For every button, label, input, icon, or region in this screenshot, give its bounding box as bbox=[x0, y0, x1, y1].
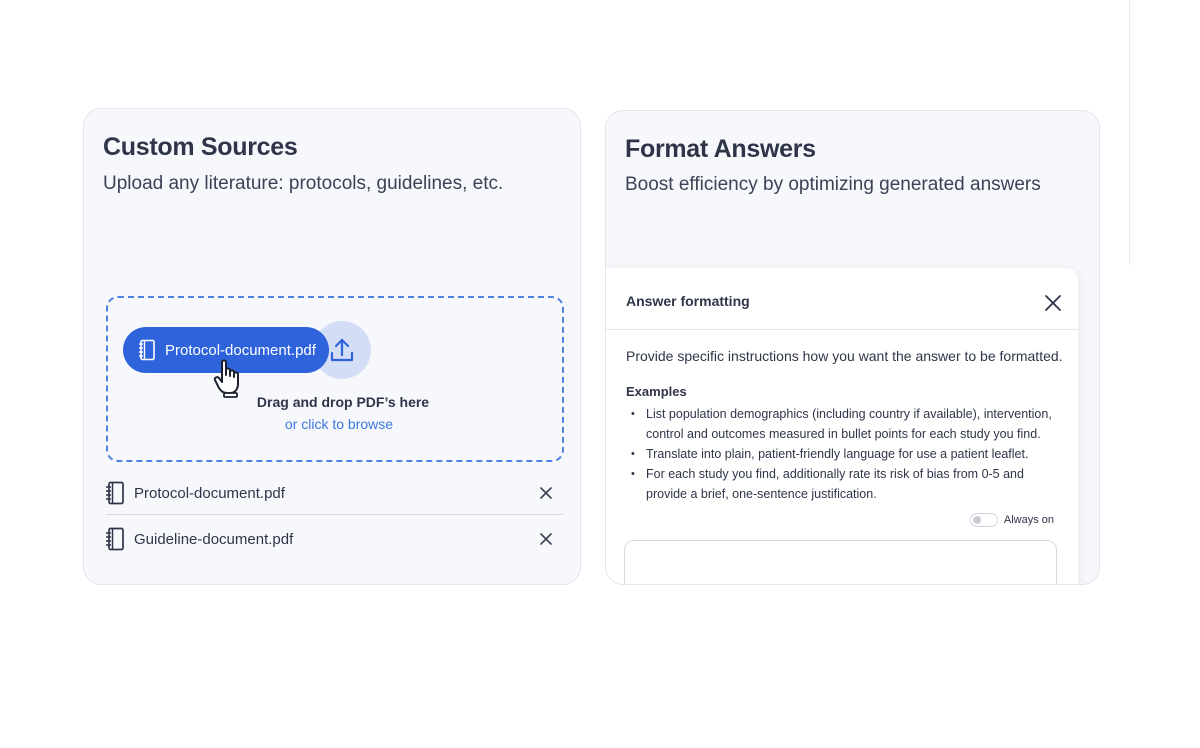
custom-sources-card: Custom Sources Upload any literature: pr… bbox=[83, 108, 581, 585]
file-row: Protocol-document.pdf bbox=[104, 471, 566, 515]
hand-cursor-icon bbox=[213, 359, 239, 398]
notebook-icon bbox=[106, 527, 124, 551]
custom-sources-subtitle: Upload any literature: protocols, guidel… bbox=[103, 173, 504, 194]
dragging-file-name: Protocol-document.pdf bbox=[165, 341, 316, 359]
file-divider bbox=[106, 514, 564, 515]
notebook-icon bbox=[106, 481, 124, 505]
example-item: For each study you find, additionally ra… bbox=[626, 464, 1066, 504]
remove-file-icon[interactable] bbox=[538, 531, 554, 547]
dialog-title: Answer formatting bbox=[626, 293, 750, 309]
format-answers-title: Format Answers bbox=[625, 135, 816, 163]
always-on-toggle[interactable] bbox=[969, 513, 998, 527]
upload-icon bbox=[330, 338, 354, 362]
custom-sources-title: Custom Sources bbox=[103, 133, 298, 161]
notebook-icon bbox=[139, 339, 155, 361]
toggle-knob bbox=[972, 516, 981, 524]
format-answers-card: Format Answers Boost efficiency by optim… bbox=[605, 110, 1100, 585]
drop-instructions: Drag and drop PDF’s here bbox=[256, 394, 430, 410]
examples-list: List population demographics (including … bbox=[626, 404, 1066, 504]
pdf-dropzone[interactable]: Protocol-document.pdf Drag and drop PDF’… bbox=[106, 296, 564, 462]
browse-link[interactable]: or click to browse bbox=[108, 416, 562, 432]
file-name: Protocol-document.pdf bbox=[134, 484, 285, 502]
format-answers-subtitle: Boost efficiency by optimizing generated… bbox=[625, 174, 1041, 195]
format-instructions-input[interactable] bbox=[624, 540, 1057, 584]
close-icon[interactable] bbox=[1044, 294, 1062, 312]
file-row: Guideline-document.pdf bbox=[104, 517, 566, 561]
remove-file-icon[interactable] bbox=[538, 485, 554, 501]
examples-label: Examples bbox=[626, 384, 687, 399]
example-item: List population demographics (including … bbox=[626, 404, 1066, 444]
page-divider bbox=[1129, 0, 1130, 265]
file-name: Guideline-document.pdf bbox=[134, 530, 294, 548]
always-on-label: Always on bbox=[1003, 514, 1054, 526]
dialog-header: Answer formatting bbox=[606, 268, 1078, 330]
dialog-instruction: Provide specific instructions how you wa… bbox=[626, 348, 1063, 364]
example-item: Translate into plain, patient-friendly l… bbox=[626, 444, 1066, 464]
always-on-toggle-row: Always on bbox=[969, 513, 1054, 527]
answer-formatting-dialog: Answer formatting Provide specific instr… bbox=[606, 268, 1078, 584]
